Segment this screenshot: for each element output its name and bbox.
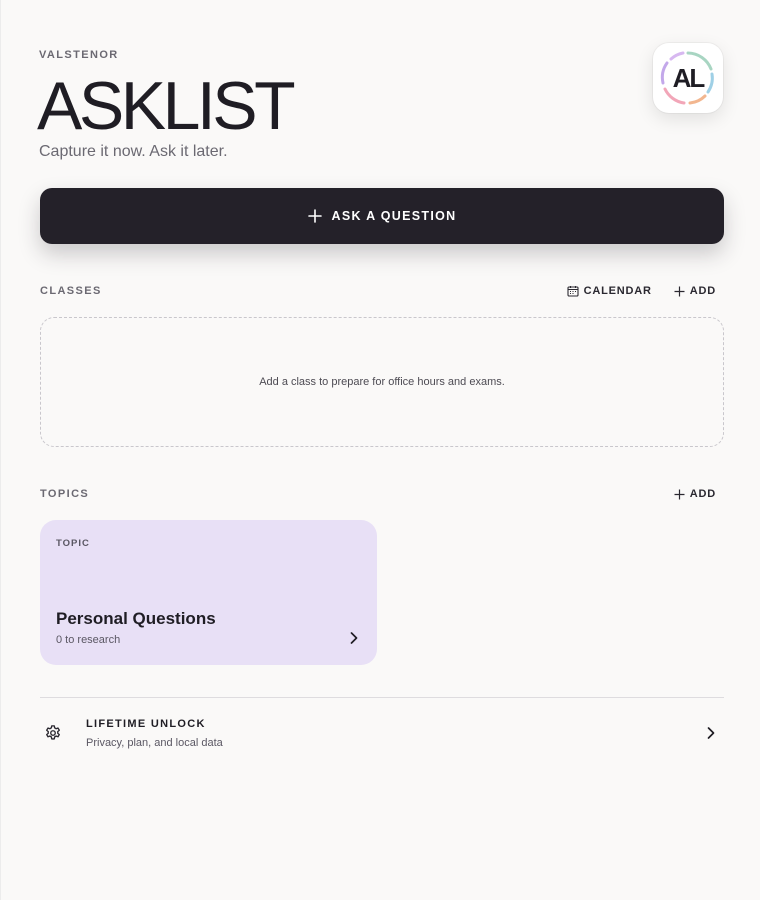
add-class-button[interactable]: ADD xyxy=(674,285,716,297)
divider xyxy=(40,697,724,698)
topic-name: Personal Questions xyxy=(56,609,216,628)
topic-card[interactable]: TOPIC Personal Questions 0 to research xyxy=(40,520,377,665)
add-class-label: ADD xyxy=(689,285,716,297)
chevron-right-icon xyxy=(707,727,715,739)
calendar-button[interactable]: CALENDAR xyxy=(567,285,652,297)
lifetime-unlock-row[interactable]: LIFETIME UNLOCK Privacy, plan, and local… xyxy=(40,708,724,760)
plus-icon xyxy=(307,209,322,223)
ask-question-label: ASK A QUESTION xyxy=(331,209,457,223)
classes-empty-text: Add a class to prepare for office hours … xyxy=(259,376,505,388)
tagline: Capture it now. Ask it later. xyxy=(39,143,228,160)
settings-title: LIFETIME UNLOCK xyxy=(86,718,206,730)
chevron-right-icon xyxy=(350,632,358,644)
app-title: ASKLIST xyxy=(37,68,296,144)
classes-actions: CALENDAR ADD xyxy=(567,285,724,297)
topic-subtitle: 0 to research xyxy=(56,634,121,646)
topic-kicker: TOPIC xyxy=(56,538,90,549)
gear-icon xyxy=(46,725,60,740)
calendar-icon xyxy=(567,286,579,297)
add-topic-label: ADD xyxy=(689,488,716,500)
plus-icon xyxy=(674,286,685,296)
ask-question-button[interactable]: ASK A QUESTION xyxy=(40,188,724,244)
topics-header: TOPICS ADD xyxy=(40,484,724,504)
settings-subtitle: Privacy, plan, and local data xyxy=(86,737,223,749)
plus-icon xyxy=(674,489,685,499)
classes-title: CLASSES xyxy=(40,285,102,297)
add-topic-button[interactable]: ADD xyxy=(674,488,716,500)
calendar-label: CALENDAR xyxy=(583,285,652,297)
classes-header: CLASSES CALENDAR ADD xyxy=(40,281,724,301)
home-screen: VALSTENOR ASKLIST Capture it now. Ask it… xyxy=(0,0,760,900)
classes-empty-state: Add a class to prepare for office hours … xyxy=(40,317,724,447)
topics-title: TOPICS xyxy=(40,488,90,500)
brand-name: VALSTENOR xyxy=(39,49,119,61)
logo-text: AL xyxy=(672,62,706,93)
topics-actions: ADD xyxy=(674,488,724,500)
app-logo: AL xyxy=(653,43,723,113)
